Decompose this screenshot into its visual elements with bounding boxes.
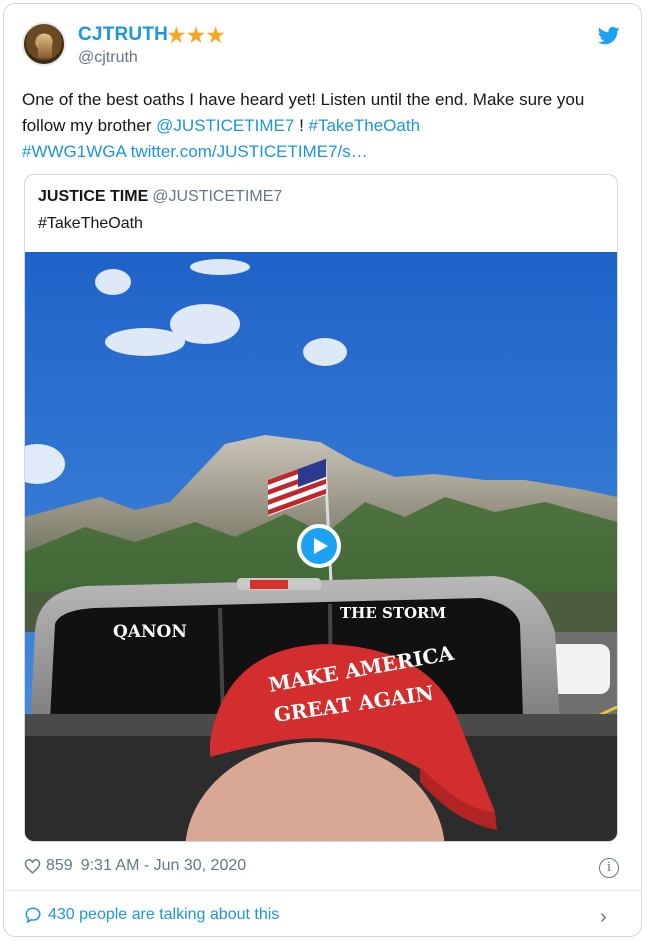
window-decal-left: QANON (113, 622, 187, 642)
quoted-header: JUSTICE TIME @JUSTICETIME7 (38, 188, 282, 206)
play-button[interactable] (297, 524, 341, 568)
tweet-text: One of the best oaths I have heard yet! … (22, 87, 612, 165)
author-name[interactable]: CJTRUTH (78, 24, 168, 46)
heart-icon[interactable] (24, 858, 41, 875)
quoted-author-handle[interactable]: @JUSTICETIME7 (152, 188, 282, 205)
comment-bubble-icon (25, 907, 41, 924)
timestamp[interactable]: 9:31 AM - Jun 30, 2020 (81, 857, 246, 875)
avatar-figure (38, 34, 52, 58)
author-avatar[interactable] (22, 22, 66, 66)
author-handle[interactable]: @cjtruth (78, 49, 138, 67)
hashtag-link[interactable]: #TakeTheOath (309, 116, 421, 135)
mention-link[interactable]: @JUSTICETIME7 (156, 116, 294, 135)
quoted-author-name[interactable]: JUSTICE TIME (38, 188, 148, 205)
quoted-tweet[interactable]: JUSTICE TIME@JUSTICETIME7 #TakeTheOath (24, 174, 618, 842)
url-link[interactable]: twitter.com/JUSTICETIME7/s… (131, 142, 368, 161)
hashtag-link[interactable]: #WWG1WGA (22, 142, 126, 161)
star-emojis: ★★★ (166, 22, 226, 48)
chevron-right-icon[interactable]: › (600, 906, 607, 929)
conversation-link[interactable]: 430 people are talking about this (24, 906, 279, 924)
twitter-bird-icon[interactable] (598, 26, 620, 46)
tweet-text-part: ! (294, 116, 309, 135)
brake-light-red (250, 580, 288, 589)
tweet-meta: 859 9:31 AM - Jun 30, 2020 (24, 857, 246, 875)
quoted-text: #TakeTheOath (38, 215, 143, 232)
info-icon[interactable]: i (599, 858, 619, 878)
video-thumbnail[interactable]: QANON THE STORM MAKE AMERICA GREAT AGAIN (25, 252, 617, 841)
play-icon (313, 538, 328, 554)
conversation-text: 430 people are talking about this (48, 906, 280, 923)
divider (3, 890, 642, 891)
like-count[interactable]: 859 (46, 857, 73, 875)
window-decal-right: THE STORM (340, 604, 446, 622)
